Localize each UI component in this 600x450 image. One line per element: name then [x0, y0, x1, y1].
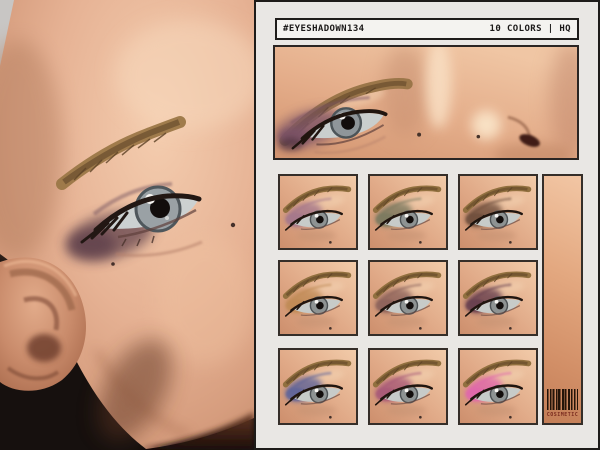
beauty-mark: [417, 133, 421, 137]
beauty-mark: [111, 262, 115, 266]
model-face-render: [0, 0, 254, 450]
info-panel: #EYESHADOWN134 10 COLORS | HQ: [254, 0, 600, 450]
main-preview-box: [273, 45, 579, 160]
barcode: [547, 389, 578, 410]
product-title: #EYESHADOWN134: [283, 24, 364, 34]
colors-hq-badge: 10 COLORS | HQ: [490, 24, 571, 34]
swatch-cell-smoky-rose: [368, 260, 448, 336]
swatch-cell-golden-tan: [278, 260, 358, 336]
beauty-mark: [231, 223, 235, 227]
main-preview-image: [275, 47, 577, 158]
swatch-cell-berry-rose: [368, 348, 448, 425]
face-illustration: [0, 0, 254, 450]
swatch-cell-olive-khaki: [368, 174, 448, 250]
beauty-mark: [477, 135, 481, 139]
swatch-cell-hot-pink: [458, 348, 538, 425]
swatch-cell-warm-brown: [458, 174, 538, 250]
swatch-cell-blue-violet: [278, 348, 358, 425]
cc-preview-image: #EYESHADOWN134 10 COLORS | HQ: [0, 0, 600, 450]
swatch-cell-mauve-pink: [278, 174, 358, 250]
swatch-cell-deep-plum: [458, 260, 538, 336]
side-skin-strip: COSIMETIC: [542, 174, 583, 425]
creator-label: COSIMETIC: [544, 412, 581, 418]
header-bar: #EYESHADOWN134 10 COLORS | HQ: [275, 18, 579, 40]
